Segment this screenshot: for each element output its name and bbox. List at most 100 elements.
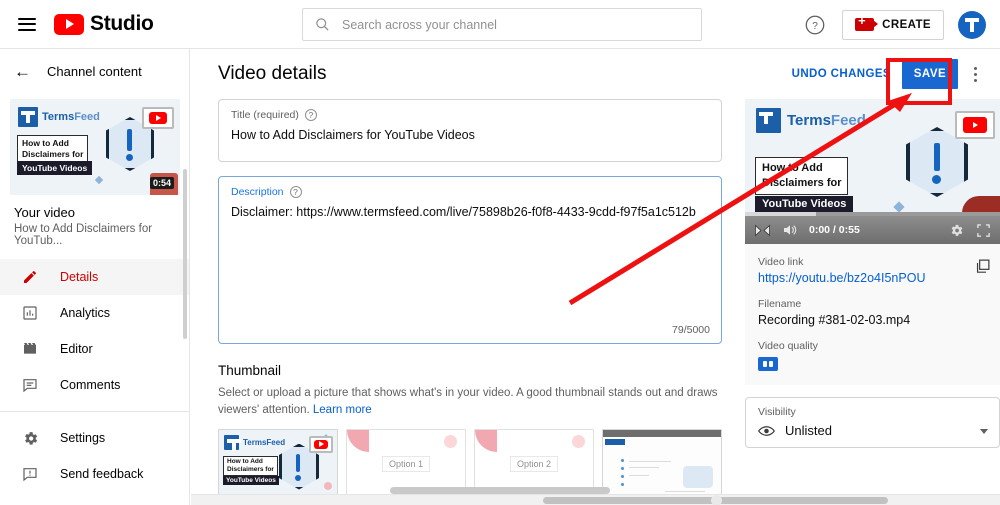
header-actions: UNDO CHANGES SAVE: [792, 59, 1000, 89]
option-label: Option 1: [381, 455, 431, 472]
description-char-counter: 79/5000: [672, 324, 710, 336]
gear-icon: [20, 428, 40, 448]
sidebar-video-info: Your video How to Add Disclaimers for Yo…: [0, 195, 189, 253]
sidebar-scrollbar[interactable]: [183, 169, 187, 339]
top-bar: Studio ? CREATE: [0, 0, 1000, 49]
termsfeed-avatar-mark: [965, 17, 979, 32]
gear-icon[interactable]: [949, 223, 964, 238]
help-question-icon[interactable]: ?: [802, 12, 828, 38]
search-icon: [316, 18, 329, 31]
sidebar-divider: [0, 411, 189, 412]
help-question-icon[interactable]: ?: [289, 186, 302, 198]
sidebar-item-analytics[interactable]: Analytics: [0, 295, 189, 331]
help-question-icon[interactable]: ?: [304, 109, 317, 121]
main-content: Video details UNDO CHANGES SAVE Title (r…: [191, 49, 1000, 505]
comment-icon: [20, 375, 40, 395]
sidebar-item-label: Comments: [60, 378, 121, 392]
filename-value: Recording #381-02-03.mp4: [758, 313, 911, 327]
player-progress-bar[interactable]: [745, 212, 1000, 216]
sidebar-video-thumbnail[interactable]: TermsFeed How to Add Disclaimers for You…: [10, 99, 180, 195]
thumbnail-section-description: Select or upload a picture that shows wh…: [218, 387, 718, 417]
sidebar-item-settings[interactable]: Settings: [0, 420, 189, 456]
title-field[interactable]: Title (required) ? How to Add Disclaimer…: [218, 99, 722, 162]
back-to-channel-content[interactable]: ← Channel content: [0, 49, 189, 93]
hamburger-menu-icon[interactable]: [18, 17, 36, 31]
avatar[interactable]: [958, 10, 986, 39]
search-bar[interactable]: [302, 8, 702, 41]
chevron-down-icon[interactable]: [980, 429, 988, 434]
visibility-selector[interactable]: Visibility Unlisted: [745, 397, 1000, 448]
eye-icon: [758, 425, 775, 436]
option-label: Option 2: [509, 455, 559, 472]
youtube-badge-icon: [955, 111, 995, 139]
thumbnail-overlay-title: How to Add Disclaimers for: [17, 135, 89, 163]
studio-logo[interactable]: Studio: [54, 12, 154, 36]
filename-block: Filename Recording #381-02-03.mp4: [758, 298, 987, 327]
volume-icon[interactable]: [782, 223, 798, 237]
sidebar-item-send-feedback[interactable]: Send feedback: [0, 456, 189, 492]
youtube-badge-icon: [309, 435, 333, 453]
top-bar-actions: ? CREATE: [802, 0, 986, 49]
fullscreen-icon[interactable]: [976, 223, 991, 238]
thumbnail-overlay-subtitle: YouTube Videos: [223, 475, 279, 485]
termsfeed-logo: TermsFeed: [224, 434, 285, 451]
thumbnail-section-title: Thumbnail: [218, 363, 282, 378]
sidebar: ← Channel content TermsFeed How to Add D…: [0, 49, 190, 505]
pink-dot-decoration: [444, 434, 457, 448]
page-horizontal-scrollbar[interactable]: [191, 494, 1000, 505]
video-link-value[interactable]: https://youtu.be/bz2o4I5nPOU: [758, 271, 987, 285]
thumbnail-overlay-title: How to Add Disclaimers for: [223, 455, 278, 476]
learn-more-link[interactable]: Learn more: [313, 404, 372, 416]
sidebar-item-editor[interactable]: Editor: [0, 331, 189, 367]
search-input[interactable]: [342, 17, 672, 32]
visibility-value: Unlisted: [785, 423, 832, 438]
sidebar-item-label: Settings: [60, 431, 106, 445]
undo-changes-button[interactable]: UNDO CHANGES: [792, 68, 891, 80]
pink-corner-decoration: [347, 429, 369, 452]
your-video-label: Your video: [14, 205, 75, 220]
youtube-studio-page: Studio ? CREATE: [0, 0, 1000, 505]
sidebar-item-comments[interactable]: Comments: [0, 367, 189, 403]
sidebar-item-label: Details: [60, 270, 99, 284]
clapperboard-icon: [20, 339, 40, 359]
video-camera-plus-icon: [855, 14, 879, 31]
video-quality-label: Video quality: [758, 340, 818, 352]
kebab-menu-icon[interactable]: [964, 59, 986, 89]
player-right-controls: [949, 223, 991, 238]
brand-name: Studio: [90, 12, 154, 35]
video-link-label: Video link: [758, 256, 804, 268]
logo-text-a: Terms: [42, 111, 75, 123]
sidebar-item-label: Send feedback: [60, 467, 144, 481]
your-video-title: How to Add Disclaimers for YouTub...: [14, 223, 153, 247]
save-button[interactable]: SAVE: [902, 59, 958, 89]
sidebar-item-details[interactable]: Details: [0, 259, 189, 295]
sd-quality-badge: [758, 357, 778, 371]
video-quality-block: Video quality: [758, 340, 987, 371]
svg-text:?: ?: [812, 21, 818, 32]
back-arrow-icon: ←: [14, 61, 31, 81]
copy-icon[interactable]: [974, 258, 991, 280]
sidebar-item-label: Analytics: [60, 306, 111, 320]
player-overlay-subtitle: YouTube Videos: [755, 196, 854, 212]
description-field[interactable]: Description ? Disclaimer: https://www.te…: [218, 176, 722, 344]
current-thumbnail[interactable]: TermsFeed How to Add Disclaimers for You…: [218, 428, 338, 499]
player-overlay-title: How to Add Disclaimers for: [755, 157, 849, 195]
video-meta-panel: Video link https://youtu.be/bz2o4I5nPOU …: [745, 244, 1000, 385]
prev-next-icon[interactable]: [754, 224, 771, 237]
content-columns: Title (required) ? How to Add Disclaimer…: [191, 99, 1000, 499]
left-column: Title (required) ? How to Add Disclaimer…: [218, 99, 722, 499]
title-field-label: Title (required) ?: [231, 109, 709, 121]
pink-dot-decoration: [324, 481, 332, 490]
visibility-label: Visibility: [758, 406, 796, 418]
title-field-value: How to Add Disclaimers for YouTube Video…: [231, 128, 475, 142]
logo-text-b: Feed: [74, 111, 100, 123]
video-player-preview[interactable]: TermsFeed How to Add Disclaimers for You…: [745, 99, 1000, 244]
create-button[interactable]: CREATE: [842, 9, 944, 40]
page-title: Video details: [218, 63, 327, 84]
bar-chart-icon: [20, 303, 40, 323]
pencil-icon: [20, 267, 40, 287]
video-link-block: Video link https://youtu.be/bz2o4I5nPOU: [758, 256, 987, 285]
video-duration-badge: 0:54: [149, 177, 174, 189]
main-horizontal-scrollbar[interactable]: [390, 487, 1000, 494]
sidebar-header-label: Channel content: [47, 63, 142, 79]
